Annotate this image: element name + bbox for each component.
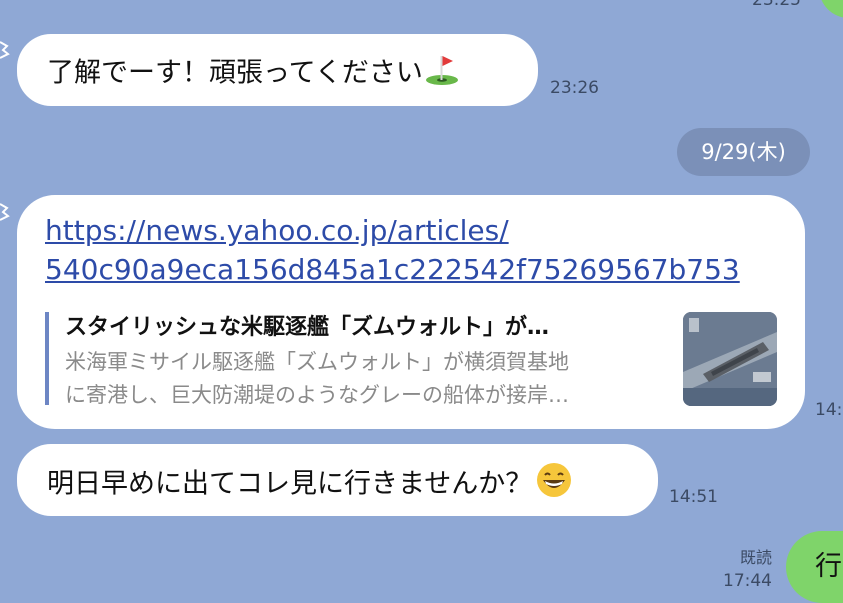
message-time: 14:: [815, 400, 843, 420]
golf-flag-icon: [425, 52, 459, 96]
message-time: 17:44: [723, 571, 772, 591]
link-preview-title[interactable]: スタイリッシュな米駆逐艦「ズムウォルト」が…: [65, 309, 549, 341]
date-separator: 9/29(木): [677, 128, 810, 176]
message-text: 了解でーす！頑張ってください: [47, 57, 423, 89]
message-time: 14:51: [669, 487, 718, 507]
message-text: 明日早めに出てコレ見に行きませんか？: [47, 468, 533, 500]
avatar[interactable]: [0, 200, 10, 221]
link-preview-description-line-1: 米海軍ミサイル駆逐艦「ズムウォルト」が横須賀基地: [65, 350, 569, 374]
outgoing-message-bubble[interactable]: 行: [786, 531, 843, 603]
message-time: 23:26: [550, 78, 599, 98]
avatar[interactable]: [0, 38, 10, 59]
article-link-line-1[interactable]: https://news.yahoo.co.jp/articles/: [45, 211, 740, 250]
message-text: 行: [815, 551, 842, 582]
grinning-face-icon: [536, 462, 572, 508]
link-preview-thumbnail[interactable]: [683, 312, 777, 406]
read-receipt: 既読: [740, 548, 773, 567]
message-time: 23:25: [752, 0, 801, 10]
incoming-message-bubble[interactable]: 了解でーす！頑張ってください: [17, 34, 538, 106]
link-preview-accent-bar: [45, 312, 49, 405]
link-preview-description-line-2: に寄港し、巨大防潮堤のようなグレーの船体が接岸…: [65, 383, 569, 407]
incoming-message-bubble[interactable]: 明日早めに出てコレ見に行きませんか？: [17, 444, 658, 516]
outgoing-message-bubble-partial[interactable]: [819, 0, 843, 18]
article-link-line-2[interactable]: 540c90a9eca156d845a1c222542f75269567b753: [45, 250, 740, 289]
